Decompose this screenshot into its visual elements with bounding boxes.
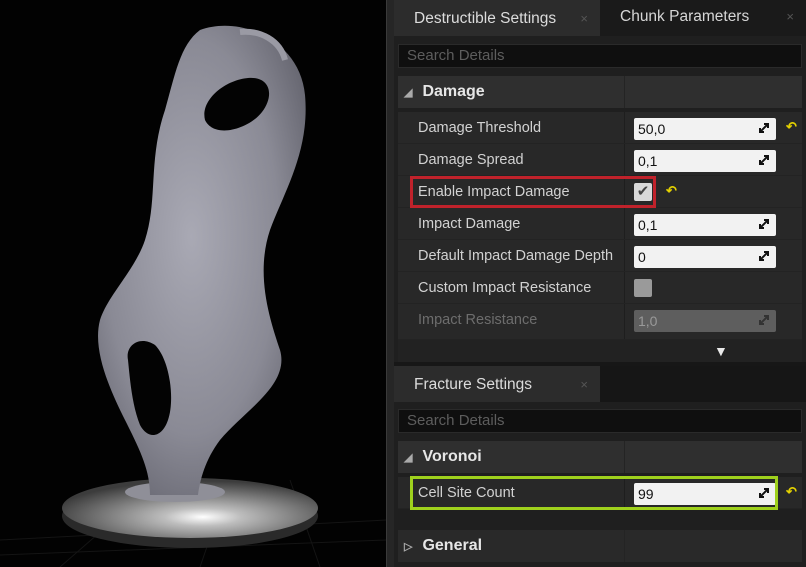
search-input[interactable]: Search Details — [398, 409, 802, 433]
resize-arrow-icon[interactable] — [758, 154, 770, 166]
reset-to-default-icon[interactable]: ↶ — [786, 484, 797, 500]
field-value: 0,1 — [638, 217, 658, 233]
category-label: Damage — [422, 83, 485, 100]
field-value: 0 — [638, 249, 646, 265]
column-divider — [624, 240, 625, 271]
column-divider — [624, 208, 625, 239]
search-input[interactable]: Search Details — [398, 44, 802, 68]
property-label: Custom Impact Resistance — [418, 280, 592, 296]
property-row: Damage Threshold 50,0 ↶ — [398, 112, 802, 144]
mesh-viewport[interactable] — [0, 0, 386, 567]
field-value: 1,0 — [638, 313, 658, 329]
sculpture-mesh-preview — [0, 25, 386, 567]
resize-arrow-icon[interactable] — [758, 122, 770, 134]
reset-to-default-icon[interactable]: ↶ — [666, 183, 677, 199]
chevron-down-icon[interactable]: ▼ — [714, 343, 728, 359]
resize-arrow-icon[interactable] — [758, 218, 770, 230]
top-tabbar: Destructible Settings × Chunk Parameters… — [394, 0, 806, 36]
damage-threshold-field[interactable]: 50,0 — [634, 118, 776, 140]
reset-to-default-icon[interactable]: ↶ — [786, 119, 797, 135]
panel-splitter[interactable] — [386, 0, 394, 567]
tab-label: Chunk Parameters — [620, 8, 750, 25]
category-voronoi[interactable]: ◢ Voronoi — [398, 441, 802, 473]
property-label: Damage Threshold — [418, 120, 542, 136]
field-value: 0,1 — [638, 153, 658, 169]
property-row: Default Impact Damage Depth 0 — [398, 240, 802, 272]
column-divider — [624, 144, 625, 175]
tab-chunk-parameters[interactable]: Chunk Parameters × — [600, 0, 806, 36]
tab-destructible-settings[interactable]: Destructible Settings × — [394, 0, 600, 36]
tab-fracture-settings[interactable]: Fracture Settings × — [394, 366, 600, 402]
property-row: Impact Resistance 1,0 — [398, 304, 802, 340]
resize-arrow-icon[interactable] — [758, 250, 770, 262]
field-value: 50,0 — [638, 121, 666, 137]
property-label: Impact Damage — [418, 216, 521, 232]
property-label: Default Impact Damage Depth — [418, 248, 614, 264]
tab-label: Fracture Settings — [414, 376, 533, 393]
column-divider — [624, 112, 625, 143]
column-divider — [624, 272, 625, 303]
bottom-tabbar: Fracture Settings × — [394, 366, 806, 402]
column-divider — [624, 304, 625, 339]
column-divider — [624, 530, 625, 562]
scroll-down-expander[interactable]: ▼ — [398, 340, 802, 362]
close-icon[interactable]: × — [580, 368, 588, 402]
category-label: Voronoi — [422, 448, 482, 465]
sculpture-body — [98, 25, 306, 496]
category-general[interactable]: ▷ General — [398, 530, 802, 562]
category-damage[interactable]: ◢ Damage — [398, 76, 802, 108]
property-row: Damage Spread 0,1 — [398, 144, 802, 176]
damage-spread-field[interactable]: 0,1 — [634, 150, 776, 172]
default-impact-damage-depth-field[interactable]: 0 — [634, 246, 776, 268]
impact-damage-field[interactable]: 0,1 — [634, 214, 776, 236]
column-divider — [624, 441, 625, 473]
property-row: Impact Damage 0,1 — [398, 208, 802, 240]
category-label: General — [422, 537, 483, 554]
collapse-arrow-icon[interactable]: ◢ — [404, 442, 418, 474]
property-row: Custom Impact Resistance — [398, 272, 802, 304]
close-icon[interactable]: × — [580, 2, 588, 36]
resize-arrow-icon — [759, 315, 769, 325]
close-icon[interactable]: × — [786, 0, 794, 34]
custom-impact-resistance-checkbox[interactable] — [634, 279, 652, 297]
collapse-arrow-icon[interactable]: ◢ — [404, 77, 418, 109]
expand-arrow-icon[interactable]: ▷ — [404, 531, 418, 563]
column-divider — [624, 76, 625, 108]
impact-resistance-field: 1,0 — [634, 310, 776, 332]
highlight-cell-site-count — [410, 476, 778, 510]
highlight-enable-impact-damage — [410, 176, 656, 208]
property-label: Impact Resistance — [418, 312, 538, 328]
tab-label: Destructible Settings — [414, 10, 557, 27]
property-label: Damage Spread — [418, 152, 524, 168]
